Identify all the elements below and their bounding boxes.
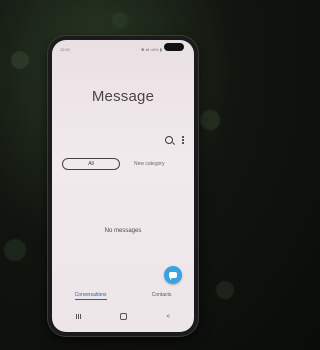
empty-state-text: No messages bbox=[104, 228, 142, 234]
back-icon[interactable]: < bbox=[166, 314, 170, 320]
status-time: 12:01 bbox=[60, 46, 71, 52]
recents-icon[interactable] bbox=[76, 314, 81, 319]
phone-screen: 12:01 ✱ ⋈ 44% ▮ Message All New category… bbox=[52, 40, 194, 332]
camera-cutout bbox=[164, 43, 184, 51]
phone-device: 12:01 ✱ ⋈ 44% ▮ Message All New category… bbox=[48, 36, 198, 336]
search-icon[interactable] bbox=[165, 136, 174, 144]
toolbar bbox=[165, 136, 184, 144]
bottom-tabs: Conversations Contacts bbox=[52, 292, 194, 300]
tab-contacts[interactable]: Contacts bbox=[152, 292, 172, 300]
page-title: Message bbox=[91, 88, 155, 105]
status-icons: ✱ ⋈ 44% ▮ bbox=[141, 46, 162, 52]
home-icon[interactable] bbox=[120, 313, 128, 320]
more-vertical-icon[interactable] bbox=[182, 136, 184, 144]
compose-button[interactable] bbox=[164, 266, 182, 284]
chat-compose-icon bbox=[169, 272, 177, 280]
tab-conversations[interactable]: Conversations bbox=[74, 292, 107, 300]
new-category-button[interactable]: New category bbox=[134, 161, 165, 167]
category-tabs: All New category bbox=[62, 158, 184, 170]
tab-all[interactable]: All bbox=[62, 158, 120, 170]
navigation-bar: < bbox=[76, 313, 170, 320]
